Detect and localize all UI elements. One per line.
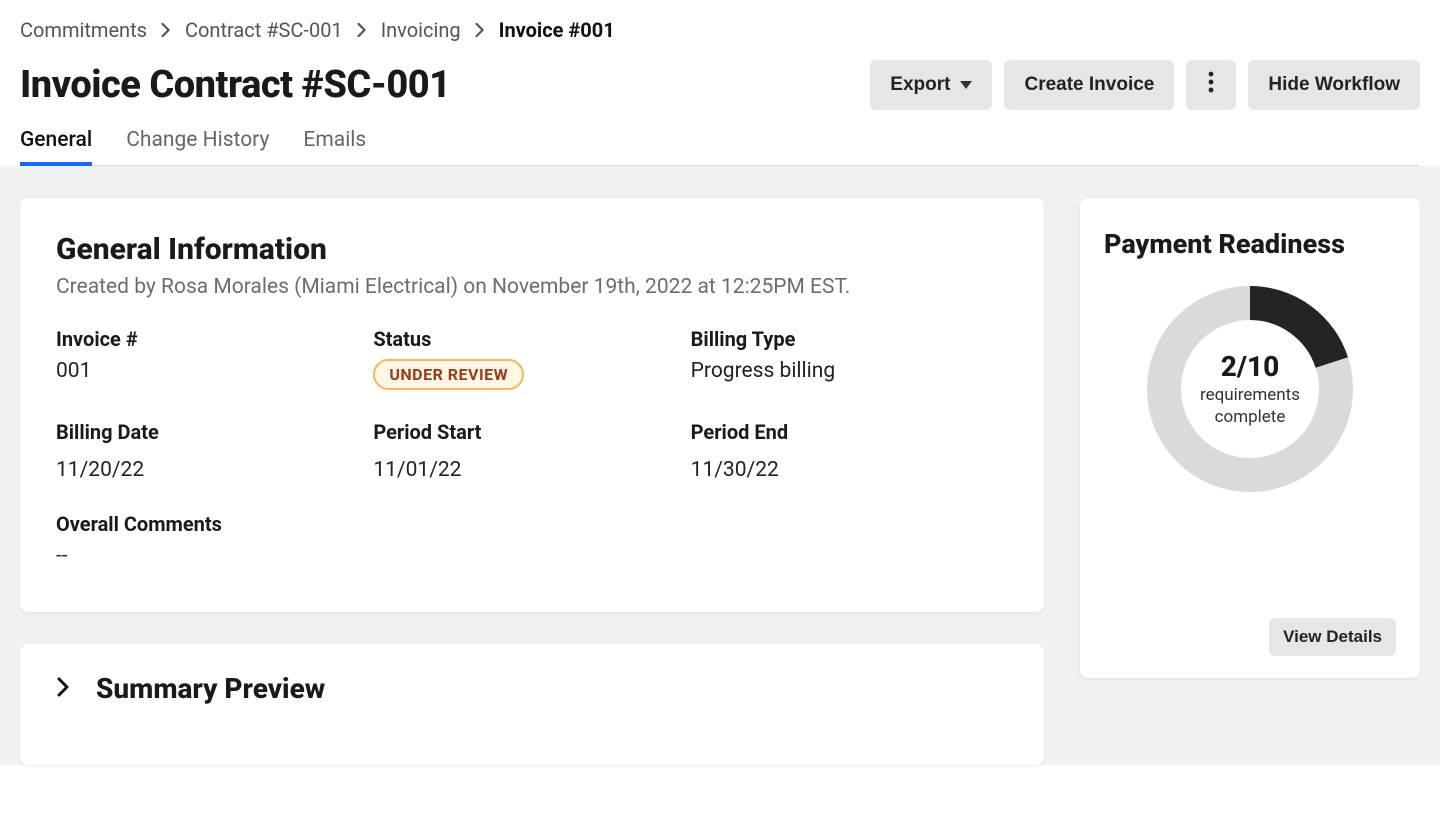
field-label: Invoice # (56, 327, 373, 351)
field-label: Overall Comments (56, 512, 1008, 536)
view-details-button[interactable]: View Details (1269, 618, 1396, 656)
breadcrumb-link-commitments[interactable]: Commitments (20, 18, 147, 42)
field-invoice-number: Invoice # 001 (56, 327, 373, 390)
readiness-donut-chart: 2/10 requirementscomplete (1145, 284, 1355, 494)
export-button[interactable]: Export (870, 60, 992, 110)
readiness-heading: Payment Readiness (1104, 228, 1396, 260)
caret-down-icon (960, 81, 972, 89)
general-heading: General Information (56, 232, 1008, 267)
export-label: Export (890, 74, 950, 96)
create-invoice-button[interactable]: Create Invoice (1004, 60, 1174, 110)
more-vertical-icon (1208, 71, 1214, 99)
page-title: Invoice Contract #SC-001 (20, 63, 451, 107)
tab-change-history[interactable]: Change History (126, 128, 269, 166)
field-value: 11/30/22 (691, 458, 1008, 482)
breadcrumb-link-invoicing[interactable]: Invoicing (381, 18, 461, 42)
field-billing-type: Billing Type Progress billing (691, 327, 1008, 390)
readiness-subtext: requirementscomplete (1200, 385, 1300, 428)
created-by-line: Created by Rosa Morales (Miami Electrica… (56, 275, 1008, 299)
field-period-start: Period Start 11/01/22 (373, 420, 690, 482)
field-label: Period End (691, 420, 1008, 444)
payment-readiness-card: Payment Readiness 2/10 requirementscompl… (1080, 198, 1420, 678)
field-label: Billing Type (691, 327, 1008, 351)
field-value: 001 (56, 359, 373, 383)
chevron-right-icon[interactable] (56, 677, 70, 701)
general-information-card: General Information Created by Rosa Mora… (20, 198, 1044, 612)
summary-heading: Summary Preview (96, 672, 325, 705)
readiness-count: 2/10 (1221, 350, 1280, 383)
breadcrumb-link-contract[interactable]: Contract #SC-001 (185, 18, 343, 42)
field-overall-comments: Overall Comments -- (56, 512, 1008, 568)
field-value: 11/20/22 (56, 458, 373, 482)
breadcrumb-current: Invoice #001 (499, 18, 615, 42)
chevron-right-icon (475, 23, 485, 37)
chevron-right-icon (161, 23, 171, 37)
field-label: Billing Date (56, 420, 373, 444)
tab-general[interactable]: General (20, 128, 92, 166)
field-billing-date: Billing Date 11/20/22 (56, 420, 373, 482)
header-actions: Export Create Invoice Hide Workflow (870, 60, 1420, 110)
breadcrumb: Commitments Contract #SC-001 Invoicing I… (20, 18, 1420, 42)
field-status: Status UNDER REVIEW (373, 327, 690, 390)
field-label: Period Start (373, 420, 690, 444)
hide-workflow-button[interactable]: Hide Workflow (1248, 60, 1420, 110)
field-value: 11/01/22 (373, 458, 690, 482)
tab-emails[interactable]: Emails (303, 128, 366, 166)
field-label: Status (373, 327, 690, 351)
field-value: -- (56, 544, 1008, 568)
summary-preview-card: Summary Preview (20, 644, 1044, 765)
tabs: General Change History Emails (20, 128, 1420, 166)
field-value: Progress billing (691, 359, 1008, 383)
chevron-right-icon (357, 23, 367, 37)
more-options-button[interactable] (1186, 60, 1236, 110)
field-period-end: Period End 11/30/22 (691, 420, 1008, 482)
status-badge: UNDER REVIEW (373, 359, 524, 390)
